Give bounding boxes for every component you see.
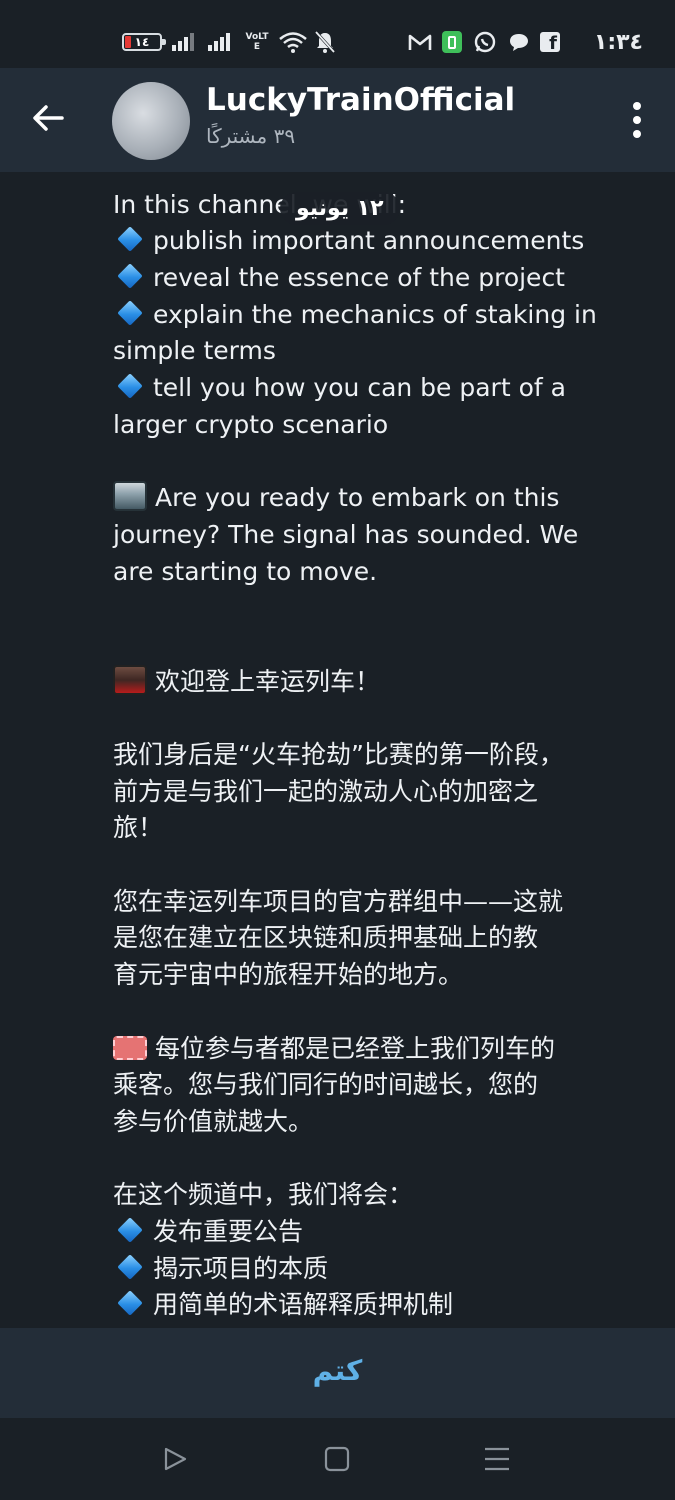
clock: ١:٣٤ — [593, 29, 643, 55]
home-nav-button[interactable] — [322, 1444, 352, 1474]
bottom-bar: كتم — [0, 1328, 675, 1418]
message-text: 欢迎登上幸运列车！ — [113, 664, 613, 701]
recents-nav-button[interactable] — [482, 1444, 512, 1474]
message-text: 每位参与者都是已经登上我们列车的 — [113, 1031, 613, 1068]
back-arrow-icon — [33, 105, 64, 131]
bullet-item: 发布重要公告 — [113, 1214, 613, 1251]
home-square-icon — [324, 1446, 350, 1472]
bullet-item: explain the mechanics of staking in — [113, 297, 613, 334]
message-text: Are you ready to embark on this — [113, 480, 613, 517]
message-text: 是您在建立在区块链和质押基础上的教 — [113, 923, 539, 953]
message-text: 您在幸运列车项目的官方群组中——这就 — [113, 886, 564, 916]
message-text: 我们身后是“火车抢劫”比赛的第一阶段， — [113, 740, 564, 769]
channel-title[interactable]: LuckyTrainOfficial — [206, 82, 515, 118]
battery-level: ١٤ — [134, 35, 150, 49]
back-triangle-icon — [164, 1447, 187, 1471]
message-text: are starting to move. — [113, 556, 378, 586]
mute-button[interactable]: كتم — [0, 1354, 675, 1387]
volte-label: VoLTE — [245, 32, 269, 52]
blue-diamond-icon — [117, 226, 143, 253]
chat-header: LuckyTrainOfficial ٣٩ مشتركًا — [0, 68, 675, 172]
message-text: 乘客。您与我们同行的时间越长，您的 — [113, 1070, 539, 1100]
channel-avatar[interactable] — [112, 82, 190, 160]
gmail-icon — [408, 26, 432, 58]
battery-icon: ١٤ — [122, 33, 166, 51]
channel-message: In this channel, we will: publish import… — [113, 172, 613, 1324]
chat-icon — [508, 26, 530, 58]
battery-saver-icon — [442, 26, 462, 58]
locomotive-emoji-icon — [113, 664, 147, 695]
message-text: 参与价值就越大。 — [113, 1106, 314, 1136]
signal-icon — [208, 26, 230, 58]
message-text: 旅！ — [113, 813, 164, 843]
blue-diamond-icon — [117, 1290, 143, 1317]
navigation-bar — [0, 1418, 675, 1500]
bullet-continuation: simple terms — [113, 336, 276, 366]
bullet-item: 用简单的术语解释质押机制 — [113, 1287, 613, 1324]
back-nav-button[interactable] — [160, 1444, 190, 1474]
blue-diamond-icon — [117, 263, 143, 289]
bullet-item: reveal the essence of the project — [113, 260, 613, 297]
train-emoji-icon — [113, 481, 147, 512]
volte-icon: VoLTE — [244, 26, 270, 58]
bullet-continuation: larger crypto scenario — [113, 409, 389, 439]
more-options-button[interactable] — [631, 102, 643, 138]
subscriber-count: ٣٩ مشتركًا — [206, 124, 296, 148]
message-text: 在这个频道中，我们将会： — [113, 1180, 414, 1210]
back-button[interactable] — [28, 98, 76, 142]
message-text: 前方是与我们一起的激动人心的加密之 — [113, 776, 539, 806]
message-list[interactable]: In this channel, we will: publish import… — [0, 172, 675, 1328]
blue-diamond-icon — [117, 300, 143, 326]
status-bar: ١٤ VoLTE f ١:٣٤ — [0, 0, 675, 68]
message-text: journey? The signal has sounded. We — [113, 519, 579, 549]
facebook-icon: f — [540, 26, 560, 58]
blue-diamond-icon — [117, 1253, 143, 1280]
blue-diamond-icon — [117, 373, 143, 399]
wifi-icon — [278, 26, 308, 58]
blue-diamond-icon — [117, 1217, 143, 1243]
bullet-item: publish important announcements — [113, 223, 613, 260]
mute-icon — [314, 26, 336, 58]
bullet-item: 揭示项目的本质 — [113, 1251, 613, 1288]
bullet-item: tell you how you can be part of a — [113, 370, 613, 407]
menu-lines-icon — [485, 1447, 509, 1471]
whatsapp-icon — [474, 26, 496, 58]
ticket-emoji-icon — [113, 1035, 147, 1060]
signal-icon — [172, 26, 194, 58]
date-pill: ١٢ يونيو — [280, 192, 400, 225]
message-text: 育元宇宙中的旅程开始的地方。 — [113, 960, 464, 990]
